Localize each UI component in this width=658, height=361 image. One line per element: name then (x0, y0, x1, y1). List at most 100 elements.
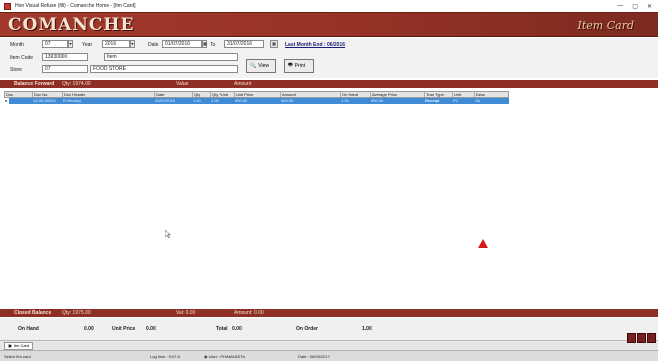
col-unit[interactable]: Unit (453, 92, 475, 97)
date-from-picker[interactable]: ▦ (202, 40, 207, 48)
cell-unit-price: 900.00 (235, 98, 248, 103)
col-on-hand[interactable]: On Hand (341, 92, 371, 97)
window-title: Hon Visual Refuse (fill) - Comanche Home… (15, 3, 136, 9)
date-to-field[interactable]: 31/07/2016 (224, 40, 264, 48)
month-label: Month (10, 42, 24, 48)
on-hand-label: On Hand (18, 326, 39, 332)
on-order-value: 1.00 (362, 326, 372, 332)
app-icon (4, 2, 11, 10)
item-name-field[interactable]: Item (104, 53, 238, 61)
tray-icon[interactable] (637, 333, 646, 343)
status-user: ◉ User : PHAMANSTA (204, 354, 245, 359)
cell-doc-no: 13-00-00010 (33, 98, 56, 103)
balance-forward-title: Balance Forward (14, 81, 55, 87)
filter-form: Month 07 ▾ Year 2016 ▾ Date 01/07/2016 ▦… (0, 38, 658, 78)
mouse-cursor-icon (165, 230, 171, 238)
col-doc[interactable]: Doc (5, 92, 33, 97)
header-banner: COMANCHE Item Card (0, 12, 658, 37)
status-message: Select Itm card (4, 354, 31, 359)
on-hand-value: 0.00 (84, 326, 94, 332)
date-label: Date (148, 42, 159, 48)
comanche-logo: COMANCHE (8, 15, 135, 35)
cell-qty-unit: 1.00 (211, 98, 219, 103)
closed-balance-qty: Qty: 1975.00 (62, 310, 91, 316)
title-bar: Hon Visual Refuse (fill) - Comanche Home… (0, 0, 658, 12)
warning-icon (478, 239, 488, 248)
month-field[interactable]: 07 (42, 40, 68, 48)
cell-qty: 1.00 (193, 98, 201, 103)
minimize-button[interactable]: — (617, 3, 623, 10)
unit-price-value: 0.00 (146, 326, 156, 332)
store-name-field[interactable]: FOOD STORE (90, 65, 238, 73)
grid-header: Doc Doc No. Doc Header Date Qty Qty *Uni… (4, 91, 509, 98)
cell-amount: 900.00 (281, 98, 294, 103)
col-desc[interactable]: Desc (475, 92, 510, 97)
col-tran-type[interactable]: Tran Type (425, 92, 453, 97)
row-selector[interactable]: ▸ (4, 98, 9, 104)
col-qty-unit[interactable]: Qty *Unit (211, 92, 235, 97)
last-month-end-link[interactable]: Last Month End : 06/2016 (285, 42, 345, 48)
cell-date: 25/07/2016 (155, 98, 176, 103)
printer-icon: 🖶 (288, 62, 293, 68)
user-name: User : PHAMANSTA (208, 354, 245, 359)
system-tray (627, 333, 656, 343)
log-time: Log time : 9:07 A (150, 354, 181, 359)
tray-icon[interactable] (647, 333, 656, 343)
status-bar: Select Itm card Log time : 9:07 A ◉ User… (0, 350, 658, 361)
date-from-field[interactable]: 01/07/2016 (162, 40, 202, 48)
year-dropdown[interactable]: ▾ (130, 40, 135, 48)
task-label: Itm Card (13, 343, 30, 348)
on-order-label: On Order (296, 326, 318, 332)
store-code-field[interactable]: 07 (42, 65, 88, 73)
cell-unit: PC (453, 98, 459, 103)
closed-balance-title: Closed Balance (14, 310, 52, 316)
tray-icon[interactable] (627, 333, 636, 343)
balance-forward-value: Value (176, 81, 189, 87)
col-qty[interactable]: Qty (193, 92, 211, 97)
user-icon: ◉ (204, 354, 208, 359)
unit-price-label: Unit Price (112, 326, 136, 332)
window-icon: ▣ (8, 343, 12, 348)
status-date: Date : 06/09/2017 (298, 354, 330, 359)
closed-balance-bar: Closed Balance Qty: 1975.00 Val: 0.00 Am… (0, 309, 658, 317)
view-icon: 🔍 (250, 63, 257, 69)
col-doc-header[interactable]: Doc Header (63, 92, 155, 97)
calendar-icon[interactable]: ▦ (270, 40, 278, 48)
cell-doc-header: R-Receipt (63, 98, 81, 103)
cell-average-price: 900.00 (371, 98, 384, 103)
year-field[interactable]: 2016 (102, 40, 130, 48)
table-row[interactable]: ▸ 13-00-00010 R-Receipt 25/07/2016 1.00 … (4, 98, 509, 104)
cell-on-hand: 1.00 (341, 98, 349, 103)
totals-footer: On Hand 0.00 Unit Price 0.00 Total 0.00 … (0, 318, 658, 340)
closed-balance-value: Val: 0.00 (176, 310, 196, 316)
to-label: To (210, 42, 216, 48)
balance-forward-bar: Balance Forward Qty: 1974.00 Value Amoun… (0, 80, 658, 88)
cell-tran-type: Receipt (425, 98, 440, 103)
month-dropdown[interactable]: ▾ (68, 40, 73, 48)
year-label: Year (82, 42, 93, 48)
print-button[interactable]: 🖶 Print (284, 59, 314, 73)
total-value: 0.00 (232, 326, 242, 332)
store-label: Store (10, 67, 22, 73)
balance-forward-amount: Amount (234, 81, 252, 87)
print-button-label: Print (294, 63, 306, 69)
col-unit-price[interactable]: Unit Price (235, 92, 281, 97)
view-button-label: View (258, 63, 269, 69)
total-label: Total (216, 326, 228, 332)
col-date[interactable]: Date (155, 92, 193, 97)
view-button[interactable]: 🔍 View (246, 59, 276, 73)
maximize-button[interactable]: ▢ (632, 3, 638, 10)
col-average-price[interactable]: Average Price (371, 92, 425, 97)
screen-title: Item Card (577, 19, 634, 32)
close-button[interactable]: ✕ (647, 3, 652, 10)
app-window: Hon Visual Refuse (fill) - Comanche Home… (0, 0, 658, 361)
closed-balance-amount: Amount: 0.00 (234, 310, 264, 316)
cell-desc: Ok (475, 98, 481, 103)
balance-forward-qty: Qty: 1974.00 (62, 81, 91, 87)
task-item-card[interactable]: ▣ Itm Card (4, 342, 34, 350)
item-code-field[interactable]: 13930000 (42, 53, 88, 61)
col-doc-no[interactable]: Doc No. (33, 92, 63, 97)
task-bar: ▣ Itm Card (0, 333, 658, 350)
item-code-label: Item Code (10, 55, 34, 61)
col-amount[interactable]: Amount (281, 92, 341, 97)
